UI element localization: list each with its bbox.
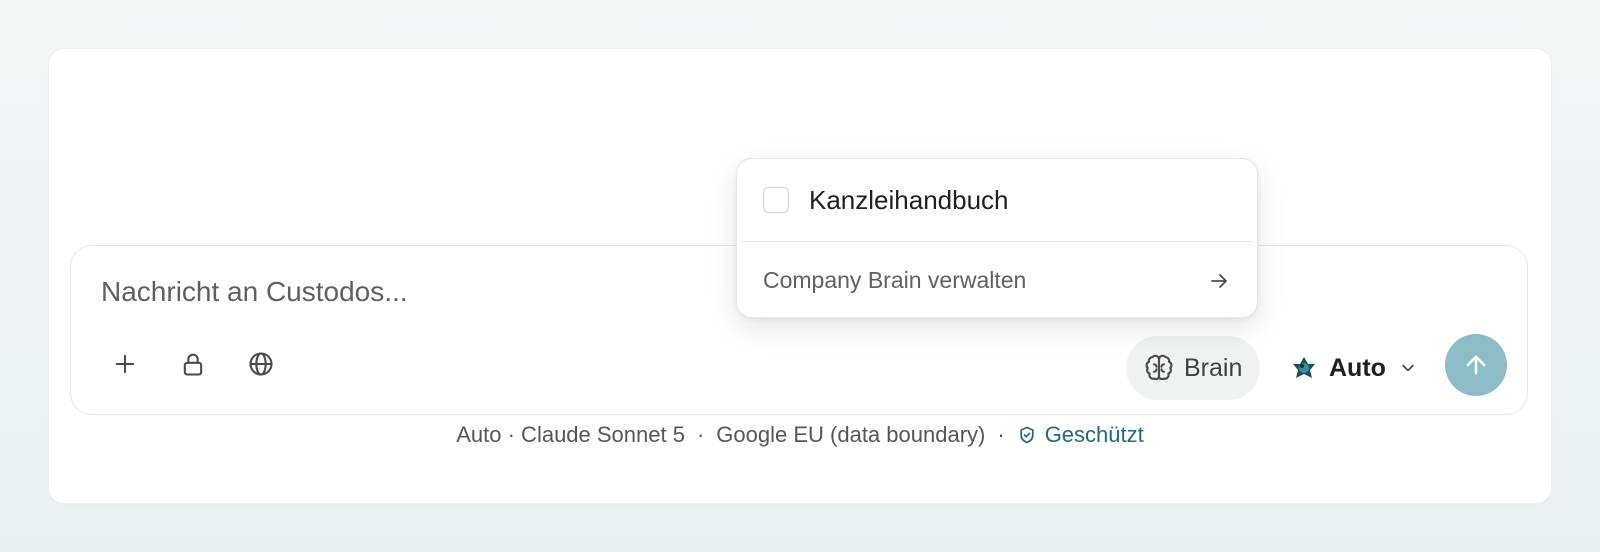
manage-brain-label: Company Brain verwalten [763, 267, 1027, 293]
manage-brain-link[interactable]: Company Brain verwalten [737, 242, 1257, 319]
model-label: Auto [1329, 353, 1386, 382]
model-logo-icon [1293, 357, 1315, 378]
model-selector[interactable]: Auto [1283, 336, 1419, 400]
brain-source-item[interactable]: Kanzleihandbuch [737, 159, 1257, 241]
brain-button[interactable]: Brain [1126, 336, 1260, 400]
chevron-down-icon [1402, 364, 1414, 372]
arrow-right-icon [1211, 273, 1227, 288]
arrow-up-icon [1466, 355, 1486, 375]
model-status-line: Auto · Claude Sonnet 5 · Google EU (data… [0, 422, 1600, 448]
plus-icon [115, 354, 135, 374]
private-mode-button[interactable] [170, 341, 216, 387]
separator: · [997, 422, 1005, 447]
brain-source-label: Kanzleihandbuch [809, 184, 1009, 215]
send-button[interactable] [1445, 334, 1507, 396]
protected-label: Geschützt [1044, 422, 1144, 447]
protected-status[interactable]: Geschützt [1017, 422, 1144, 448]
data-region: Google EU (data boundary) [716, 422, 986, 447]
separator: · [696, 422, 705, 447]
brain-button-label: Brain [1184, 353, 1243, 382]
brain-source-checkbox[interactable] [763, 187, 789, 213]
web-search-button[interactable] [238, 341, 284, 387]
add-attachment-button[interactable] [102, 341, 148, 387]
message-input[interactable] [101, 272, 801, 312]
shield-check-icon [1020, 426, 1034, 444]
lock-icon [183, 353, 203, 376]
model-info: Auto · Claude Sonnet 5 [456, 422, 685, 447]
brain-icon [1145, 354, 1173, 381]
brain-popover: Kanzleihandbuch Company Brain verwalten [736, 158, 1258, 318]
globe-icon [249, 352, 273, 376]
